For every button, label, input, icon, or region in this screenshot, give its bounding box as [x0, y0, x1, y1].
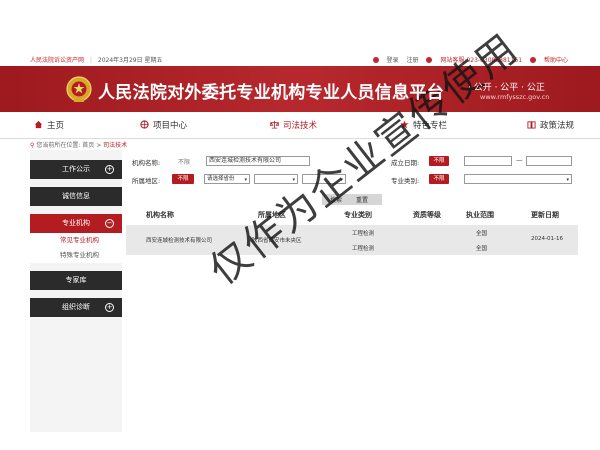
help-icon: [529, 57, 536, 63]
table-row[interactable]: 西安连城检测技术有限公司 陕西省西安市未央区 工程检测 工程检测 全国 全国 2…: [126, 225, 578, 255]
slogan: · 公开 · 公平 · 公正: [468, 83, 545, 93]
expand-icon[interactable]: +: [105, 165, 114, 174]
breadcrumb-home[interactable]: 首页: [82, 142, 94, 149]
sidebar-item-org-diagnosis[interactable]: 组织诊断 +: [30, 298, 122, 317]
globe-icon: [140, 120, 149, 129]
user-icon: [372, 57, 379, 63]
nav-item-home[interactable]: 主页: [34, 119, 64, 131]
phone-icon: [426, 57, 433, 63]
sidebar: 工作公示 + 诚信信息 专业机构 − 常见专业机构 特殊专业机构 专家库 组织诊…: [30, 150, 122, 432]
home-icon: [34, 120, 43, 129]
region-cell: 陕西省西安市未央区: [252, 238, 302, 244]
region-unlimited-button[interactable]: 不限: [172, 174, 194, 184]
table-header: 机构名称 所属地区 专业类别 资质等级 执业范围 更新日期: [126, 208, 578, 220]
category-unlimited-button[interactable]: 不限: [429, 174, 449, 184]
column-header: 执业范围: [466, 211, 494, 219]
nav-item-judicial-tech[interactable]: 司法技术: [270, 119, 317, 131]
sidebar-item-work-public[interactable]: 工作公示 +: [30, 160, 122, 179]
column-header: 所属地区: [258, 211, 286, 219]
establish-date-label: 成立日期:: [391, 159, 420, 167]
register-link[interactable]: 注册: [406, 57, 418, 64]
breadcrumb-separator: >: [96, 142, 102, 149]
scales-icon: [270, 120, 279, 129]
sidebar-submenu: 常见专业机构 特殊专业机构: [30, 233, 122, 263]
breadcrumb-current: 司法技术: [103, 142, 128, 149]
page: 人民法院诉讼资产网 | 2024年3月29日 星期五 登录 注册 网站客服:02…: [0, 0, 600, 450]
current-date: 2024年3月29日 星期五: [97, 57, 163, 64]
sidebar-subitem-special-orgs[interactable]: 特殊专业机构: [30, 248, 122, 263]
divider: |: [89, 57, 92, 64]
province-select[interactable]: 请选择省份 ▾: [204, 174, 250, 184]
column-header: 更新日期: [531, 211, 559, 219]
sidebar-item-expert-pool[interactable]: 专家库: [30, 271, 122, 290]
court-emblem-icon: [66, 76, 92, 102]
org-name-label: 机构名称:: [132, 159, 161, 167]
chevron-down-icon: ▾: [340, 177, 343, 183]
category-label: 专业类别:: [391, 177, 420, 185]
collapse-icon[interactable]: −: [105, 219, 114, 228]
org-name-unlimited[interactable]: 不限: [178, 157, 190, 166]
main-content: 机构名称: 不限 西安连城检测技术有限公司 成立日期: 不限 — 所属地区: 不…: [126, 150, 578, 432]
column-header: 机构名称: [146, 211, 174, 219]
sidebar-item-professional-orgs[interactable]: 专业机构 −: [30, 214, 122, 233]
sidebar-subitem-common-orgs[interactable]: 常见专业机构: [30, 233, 122, 248]
column-header: 专业类别: [344, 211, 372, 219]
city-select[interactable]: ▾: [254, 174, 298, 184]
scope-cell: 全国: [476, 231, 488, 237]
top-bar-left: 人民法院诉讼资产网 | 2024年3月29日 星期五: [30, 55, 163, 64]
chevron-down-icon: ▾: [244, 177, 247, 183]
search-button[interactable]: 搜索: [330, 195, 342, 204]
sidebar-item-credit-info[interactable]: 诚信信息: [30, 187, 122, 206]
chevron-down-icon: ▾: [292, 177, 295, 183]
star-icon: [400, 120, 409, 129]
chevron-down-icon: ▾: [566, 177, 569, 183]
top-bar-right: 登录 注册 网站客服:023-63088881161 帮助中心: [367, 55, 568, 64]
update-date-cell: 2024-01-16: [531, 236, 563, 242]
hotline: 网站客服:023-63088881161: [426, 57, 522, 64]
date-from-input[interactable]: [464, 156, 512, 166]
scope-cell: 全国: [476, 246, 488, 252]
breadcrumb: ⚲ 您当前所在位置: 首页 > 司法技术: [30, 140, 127, 149]
date-to-input[interactable]: [526, 156, 572, 166]
org-name-cell[interactable]: 西安连城检测技术有限公司: [146, 236, 212, 244]
site-name-link[interactable]: 人民法院诉讼资产网: [30, 57, 84, 64]
login-link[interactable]: 登录: [372, 57, 399, 64]
date-range-dash: —: [516, 156, 523, 164]
top-bar: 人民法院诉讼资产网 | 2024年3月29日 星期五 登录 注册 网站客服:02…: [0, 50, 600, 66]
nav-item-policies[interactable]: 政策法规: [527, 119, 574, 131]
category-select[interactable]: ▾: [464, 174, 572, 184]
org-name-input[interactable]: 西安连城检测技术有限公司: [206, 156, 310, 166]
header-banner: 人民法院对外委托专业机构专业人员信息平台 · 公开 · 公平 · 公正 www.…: [0, 66, 600, 112]
site-url: www.rmfysszc.gov.cn: [480, 93, 550, 101]
expand-icon[interactable]: +: [105, 303, 114, 312]
reset-button[interactable]: 重置: [356, 195, 368, 204]
region-label: 所属地区:: [132, 177, 161, 185]
book-icon: [527, 121, 536, 129]
nav-item-project-center[interactable]: 项目中心: [140, 119, 187, 131]
category-cell: 工程检测: [352, 246, 375, 252]
date-unlimited-button[interactable]: 不限: [429, 156, 449, 166]
breadcrumb-prefix: 您当前所在位置:: [36, 142, 81, 149]
column-header: 资质等级: [413, 211, 441, 219]
search-button-group: 搜索 重置: [322, 194, 382, 205]
help-center-link[interactable]: 帮助中心: [529, 57, 568, 64]
category-cell: 工程检测: [352, 231, 375, 237]
main-nav: 主页 项目中心 司法技术 特色专栏 政策法规: [0, 112, 600, 139]
platform-title: 人民法院对外委托专业机构专业人员信息平台: [98, 83, 444, 103]
nav-item-features[interactable]: 特色专栏: [400, 119, 447, 131]
location-pin-icon: ⚲: [30, 142, 35, 149]
district-select[interactable]: ▾: [302, 174, 346, 184]
